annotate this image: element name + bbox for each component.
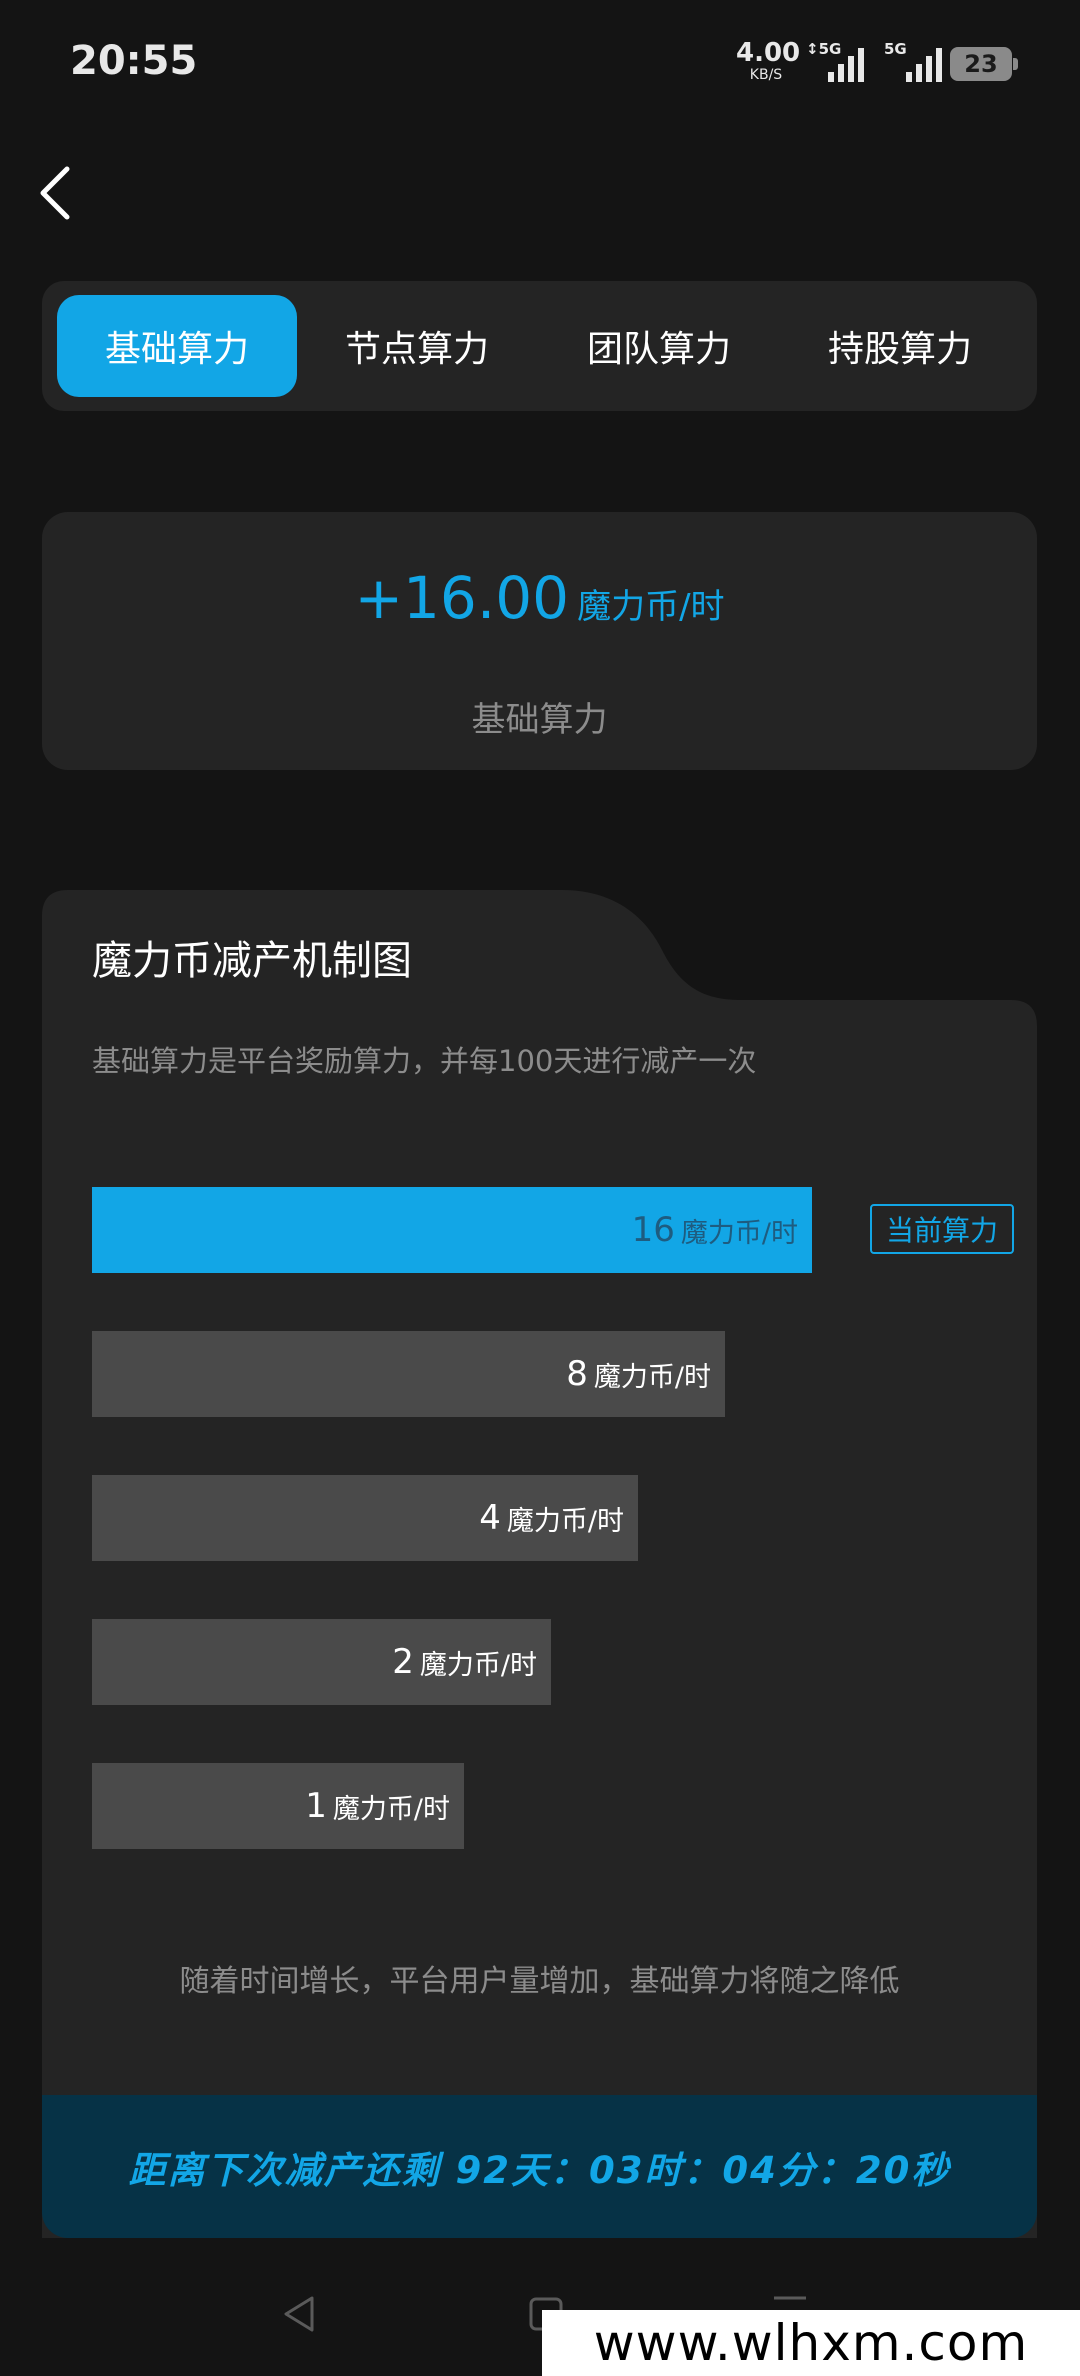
reduction-bar-label: 4 魔力币/时 [479,1475,624,1561]
countdown-text: 距离下次减产还剩 92天：03时：04分：20秒 [128,2148,951,2192]
reduction-bar-current: 16 魔力币/时 [92,1187,812,1273]
reduction-level-row: 16 魔力币/时 [92,1187,812,1273]
battery-icon: 23 [950,47,1018,81]
reduction-bar-value: 1 [305,1786,327,1826]
tab-basic-hashrate[interactable]: 基础算力 [57,295,297,397]
reduction-bar: 4 魔力币/时 [92,1475,638,1561]
battery-level: 23 [964,50,998,78]
reduction-bar-label: 16 魔力币/时 [632,1187,798,1273]
reduction-bar-value: 16 [631,1210,675,1250]
sim2-network-label: 5G [884,40,907,58]
reduction-bar-unit: 魔力币/时 [593,1361,711,1393]
watermark: www.wlhxm.com [542,2310,1080,2376]
reduction-bar-value: 8 [566,1354,588,1394]
footer-note: 随着时间增长，平台用户量增加，基础算力将随之降低 [179,1964,900,1999]
hashrate-value: +16.00 魔力币/时 [42,564,1037,632]
tab-bar: 基础算力 节点算力 团队算力 持股算力 [42,281,1037,411]
reduction-mechanism-card: 魔力币减产机制图 基础算力是平台奖励算力，并每100天进行减产一次 16 魔力币/… [42,890,1037,2238]
reduction-level-row: 1 魔力币/时 [92,1763,464,1849]
reduction-level-row: 8 魔力币/时 [92,1331,725,1417]
reduction-bar: 2 魔力币/时 [92,1619,551,1705]
network-speed-unit: KB/S [749,67,783,83]
chevron-left-icon [40,166,70,220]
hashrate-summary-card: +16.00 魔力币/时 基础算力 [42,512,1037,770]
reduction-bar: 8 魔力币/时 [92,1331,725,1417]
reduction-bar-unit: 魔力币/时 [419,1649,537,1681]
back-button[interactable] [20,158,90,228]
reduction-bar-label: 8 魔力币/时 [566,1331,711,1417]
tab-node-hashrate[interactable]: 节点算力 [297,295,537,397]
signal-icon-sim1: ↕5G [806,40,876,84]
triangle-back-icon [284,2296,314,2332]
network-speed-value: 4.00 [736,38,801,68]
reduction-bar-label: 2 魔力币/时 [392,1619,537,1705]
reduction-countdown: 距离下次减产还剩 92天：03时：04分：20秒 [42,2095,1037,2238]
status-time: 20:55 [70,38,198,84]
tab-equity-hashrate[interactable]: 持股算力 [780,295,1020,397]
reduction-bar-unit: 魔力币/时 [680,1217,798,1249]
reduction-bar-label: 1 魔力币/时 [305,1763,450,1849]
network-speed: 4.00 KB/S [736,38,801,83]
nav-back-button[interactable] [270,2284,330,2344]
hashrate-unit: 魔力币/时 [577,587,725,627]
watermark-text: www.wlhxm.com [593,2314,1029,2372]
current-hashrate-badge: 当前算力 [870,1204,1014,1254]
card-description: 基础算力是平台奖励算力，并每100天进行减产一次 [92,1044,757,1078]
card-title: 魔力币减产机制图 [92,938,412,984]
hashrate-number: +16.00 [354,564,570,632]
tab-team-hashrate[interactable]: 团队算力 [539,295,779,397]
reduction-bar: 1 魔力币/时 [92,1763,464,1849]
signal-icon-sim2: 5G [884,40,954,84]
reduction-level-row: 4 魔力币/时 [92,1475,638,1561]
hashrate-label: 基础算力 [471,700,608,740]
reduction-bar-unit: 魔力币/时 [332,1793,450,1825]
reduction-bar-value: 2 [392,1642,414,1682]
reduction-bar-value: 4 [479,1498,501,1538]
card-background [42,890,1037,2238]
reduction-level-row: 2 魔力币/时 [92,1619,551,1705]
reduction-bar-unit: 魔力币/时 [506,1505,624,1537]
status-bar: 20:55 4.00 KB/S ↕5G 5G 23 [0,0,1080,120]
